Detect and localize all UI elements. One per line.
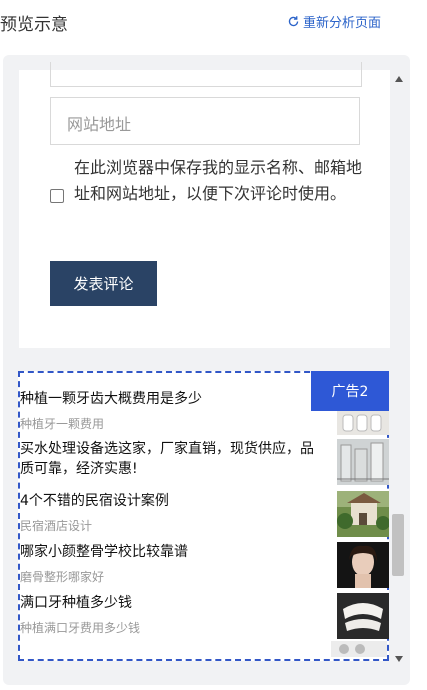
ad-subtitle: 民宿酒店设计 [20, 519, 93, 533]
email-field[interactable] [50, 62, 362, 87]
ad-info-icon[interactable] [339, 644, 349, 654]
cookie-consent-checkbox[interactable] [50, 189, 64, 203]
ad-title: 满口牙种植多少钱 [20, 595, 132, 611]
face-portrait-image [337, 542, 389, 588]
ad-title: 哪家小颜整骨学校比较靠谱 [20, 544, 188, 560]
teeth-implant-image [337, 411, 389, 435]
reload-button[interactable]: 重新分析页面 [287, 12, 381, 31]
cookie-consent-label: 在此浏览器中保存我的显示名称、邮箱地址和网站地址，以便下次评论时使用。 [74, 158, 363, 203]
water-equipment-image [337, 439, 389, 485]
full-dentures-image [337, 593, 389, 639]
ad-title: 种植一颗牙齿大概费用是多少 [20, 391, 202, 407]
submit-comment-button[interactable]: 发表评论 [50, 261, 157, 306]
scroll-down-arrow-icon[interactable] [395, 656, 403, 662]
ad-title: 买水处理设备选这家，厂家直销，现货供应，品质可靠，经济实惠! [20, 441, 314, 477]
ad-title: 4个不错的民宿设计案例 [20, 493, 169, 509]
ad-block: 广告2 种植一颗牙齿大概费用是多少 种植牙一颗费用 买水处理设备选这家，厂家直销… [18, 371, 389, 661]
ad-subtitle: 磨骨整形哪家好 [20, 570, 105, 584]
website-field[interactable]: 网站地址 [50, 97, 360, 145]
comment-form: 网站地址 在此浏览器中保存我的显示名称、邮箱地址和网站地址，以便下次评论时使用。… [19, 62, 390, 348]
ad-subtitle: 种植满口牙费用多少钱 [20, 621, 141, 635]
scrollbar-thumb[interactable] [392, 514, 404, 576]
page-title: 预览示意 [0, 15, 68, 35]
ad-controls[interactable] [331, 641, 387, 657]
ad-subtitle: 种植牙一颗费用 [20, 417, 105, 431]
reload-label: 重新分析页面 [303, 16, 382, 31]
website-placeholder: 网站地址 [67, 115, 132, 134]
ad-close-icon[interactable] [355, 644, 365, 654]
scroll-up-arrow-icon[interactable] [395, 76, 403, 82]
guesthouse-image [337, 491, 389, 537]
refresh-icon [288, 16, 299, 27]
scrollbar[interactable] [390, 70, 406, 670]
